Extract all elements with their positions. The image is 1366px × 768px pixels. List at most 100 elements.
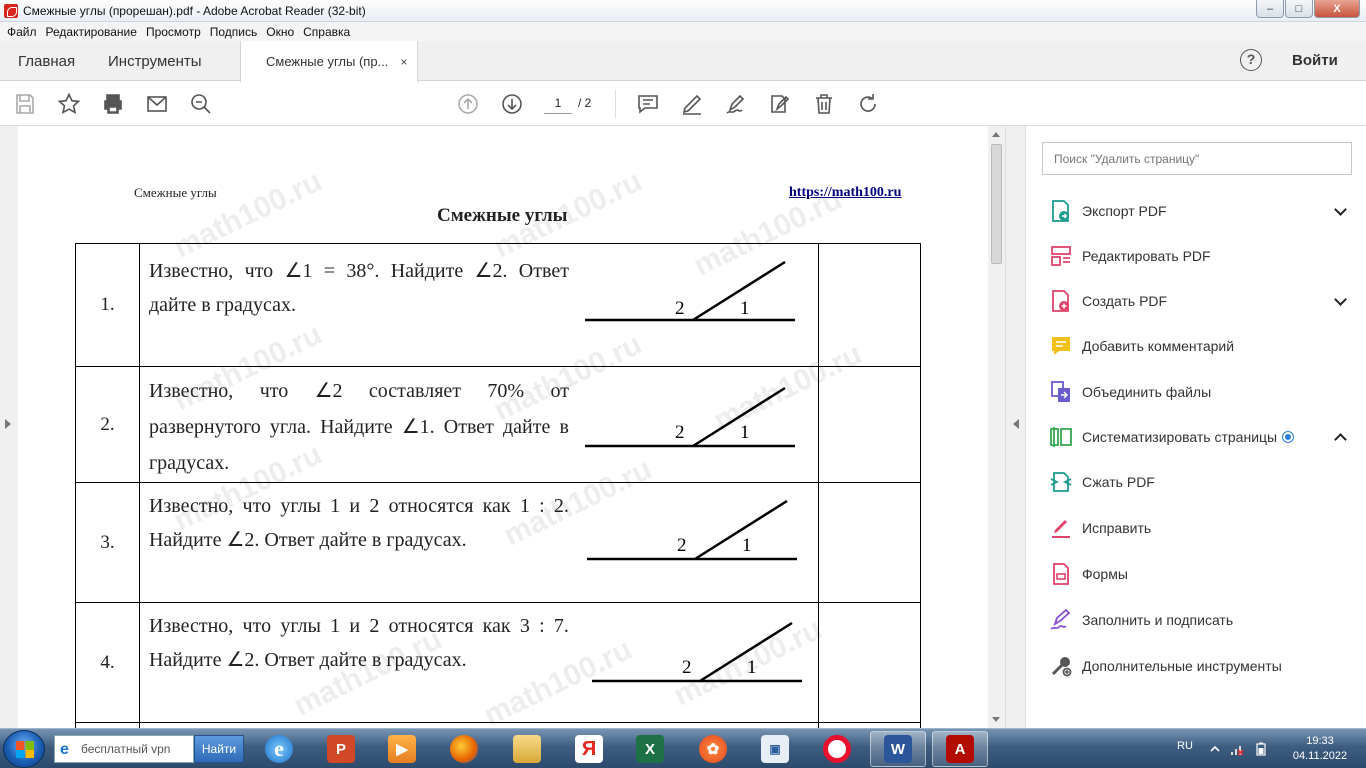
firefox-icon[interactable]	[436, 731, 492, 767]
forms-icon	[1048, 561, 1074, 587]
tool-fill-sign[interactable]: Заполнить и подписать	[1048, 605, 1348, 635]
signin-button[interactable]: Войти	[1292, 52, 1338, 69]
tool-add-comment[interactable]: Добавить комментарий	[1048, 331, 1348, 361]
toolbar: 1 / 2	[0, 82, 1366, 126]
yandex-browser-icon[interactable]: Я	[561, 731, 617, 767]
tool-label: Редактировать PDF	[1082, 248, 1211, 264]
menu-window[interactable]: Окно	[266, 25, 294, 39]
clock[interactable]: 19:33 04.11.2022	[1282, 734, 1358, 764]
menu-help[interactable]: Справка	[303, 25, 350, 39]
taskbar-search-text: бесплатный vpn	[81, 742, 171, 756]
internet-explorer-icon[interactable]: e	[251, 731, 307, 767]
tool-organize-pages[interactable]: Систематизировать страницы	[1048, 422, 1348, 452]
delete-trash-icon[interactable]	[811, 91, 837, 117]
tab-tools[interactable]: Инструменты	[108, 41, 202, 81]
close-button[interactable]: X	[1314, 0, 1360, 18]
scroll-thumb[interactable]	[991, 144, 1002, 264]
comment-tool-icon[interactable]	[635, 91, 661, 117]
print-icon[interactable]	[100, 91, 126, 117]
taskbar-search-input[interactable]: e бесплатный vpn	[54, 735, 194, 763]
comment-icon	[1048, 333, 1074, 359]
angle-label-1: 1	[742, 535, 752, 556]
menu-file[interactable]: Файл	[7, 25, 37, 39]
menu-sign[interactable]: Подпись	[210, 25, 258, 39]
answer-cell	[818, 482, 921, 603]
problem-row: 4. Известно, что углы 1 и 2 относятся ка…	[75, 602, 921, 723]
problem-number: 2.	[75, 366, 140, 483]
tool-label: Сжать PDF	[1082, 474, 1155, 490]
save-icon[interactable]	[12, 91, 38, 117]
tool-edit-pdf[interactable]: Редактировать PDF	[1048, 241, 1348, 271]
window-title: Смежные углы (прорешан).pdf - Adobe Acro…	[23, 3, 366, 18]
zoom-search-icon[interactable]	[188, 91, 214, 117]
media-player-icon[interactable]: ▶	[374, 731, 430, 767]
acrobat-taskbar-icon[interactable]: A	[932, 731, 988, 767]
next-page-icon[interactable]	[499, 91, 525, 117]
email-icon[interactable]	[144, 91, 170, 117]
fill-edit-icon[interactable]	[767, 91, 793, 117]
previous-page-icon[interactable]	[455, 91, 481, 117]
taskbar-search-button[interactable]: Найти	[194, 735, 244, 763]
tool-search-input[interactable]	[1042, 142, 1352, 175]
opera-icon[interactable]	[809, 731, 865, 767]
tool-label: Заполнить и подписать	[1082, 612, 1234, 628]
tray-expand-icon[interactable]	[1208, 742, 1222, 756]
chevron-down-icon[interactable]	[1334, 293, 1347, 306]
ie-search-icon: e	[60, 741, 69, 758]
file-explorer-icon[interactable]	[499, 731, 555, 767]
minimize-button[interactable]: –	[1256, 0, 1284, 18]
tool-create-pdf[interactable]: Создать PDF	[1048, 286, 1348, 316]
bookmark-star-icon[interactable]	[56, 91, 82, 117]
network-icon[interactable]	[1230, 742, 1244, 756]
tool-compress-pdf[interactable]: Сжать PDF	[1048, 467, 1348, 497]
vertical-scrollbar[interactable]	[988, 126, 1005, 728]
problem-cell: Известно, что ∠2 составляет 70% от разве…	[138, 366, 820, 483]
tool-forms[interactable]: Формы	[1048, 559, 1348, 589]
tool-label: Объединить файлы	[1082, 384, 1212, 400]
acrobat-app-icon	[4, 3, 18, 18]
app-shortcut-icon[interactable]: ▣	[747, 731, 803, 767]
tab-document[interactable]: Смежные углы (пр... ×	[240, 41, 418, 82]
left-pane-toggle[interactable]	[0, 126, 18, 728]
draw-sign-icon[interactable]	[723, 91, 749, 117]
tool-label: Формы	[1082, 566, 1128, 582]
angle-label-1: 1	[747, 657, 757, 678]
media-app-icon[interactable]: ✿	[685, 731, 741, 767]
collapse-right-icon	[1013, 419, 1019, 429]
highlight-pen-icon[interactable]	[679, 91, 705, 117]
angle-figure: 2 1	[586, 495, 807, 568]
start-button[interactable]	[3, 730, 45, 768]
problem-cell: Известно, что углы 1 и 2 относятся как 3…	[138, 602, 820, 723]
powerpoint-icon[interactable]: P	[313, 731, 369, 767]
chevron-up-icon[interactable]	[1334, 433, 1347, 446]
organize-pages-icon	[1048, 424, 1074, 450]
scroll-up-icon[interactable]	[992, 132, 1000, 137]
tool-combine-files[interactable]: Объединить файлы	[1048, 377, 1348, 407]
battery-icon[interactable]	[1254, 742, 1268, 756]
tool-label: Систематизировать страницы	[1082, 429, 1278, 445]
problem-cell: Известно, что ∠1 = 38°. Найдите ∠2. Отве…	[138, 243, 820, 367]
tool-redact[interactable]: Исправить	[1048, 513, 1348, 543]
fill-sign-icon	[1048, 607, 1074, 633]
right-pane-toggle[interactable]	[1005, 126, 1025, 728]
language-indicator[interactable]: RU	[1177, 740, 1193, 752]
rotate-icon[interactable]	[855, 91, 881, 117]
menu-view[interactable]: Просмотр	[146, 25, 201, 39]
tool-more-tools[interactable]: Дополнительные инструменты	[1048, 651, 1348, 681]
help-icon[interactable]: ?	[1240, 49, 1262, 71]
chevron-down-icon[interactable]	[1334, 203, 1347, 216]
scroll-down-icon[interactable]	[992, 717, 1000, 722]
problem-cell: Известно, что углы 1 и 2 относятся как 1…	[138, 482, 820, 603]
menu-edit[interactable]: Редактирование	[46, 25, 137, 39]
tool-export-pdf[interactable]: Экспорт PDF	[1048, 196, 1348, 226]
doc-header-link[interactable]: https://math100.ru	[789, 185, 901, 201]
close-tab-icon[interactable]: ×	[400, 55, 407, 69]
excel-icon[interactable]: X	[622, 731, 678, 767]
answer-cell	[818, 602, 921, 723]
word-icon[interactable]: W	[870, 731, 926, 767]
problem-row: 3. Известно, что углы 1 и 2 относятся ка…	[75, 482, 921, 603]
tab-home[interactable]: Главная	[18, 41, 75, 81]
page-number-input[interactable]: 1	[544, 92, 572, 114]
page-total: / 2	[578, 96, 592, 110]
maximize-button[interactable]: □	[1285, 0, 1313, 18]
